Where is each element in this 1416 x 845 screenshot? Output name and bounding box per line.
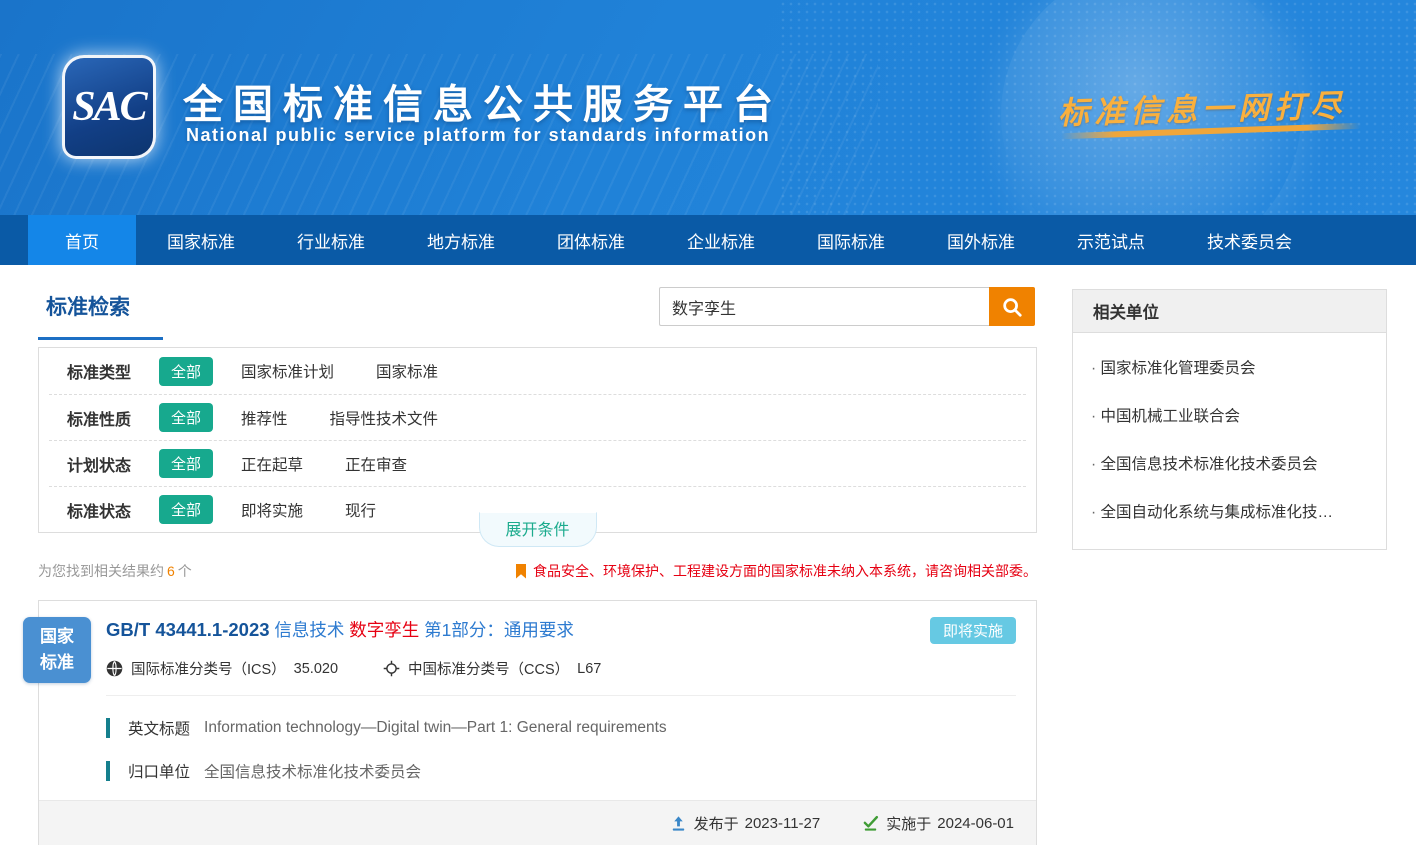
nav-tab-home[interactable]: 首页: [28, 215, 136, 265]
nav-tab-pilot[interactable]: 示范试点: [1046, 215, 1176, 265]
main-column: 标准检索 标准类型 全部 国家标准计划 国家标准 标准性质 全部 推荐性: [38, 285, 1037, 845]
card-body: GB/T 43441.1-2023 信息技术 数字孪生 第1部分：通用要求 即将…: [39, 601, 1036, 800]
related-unit-item[interactable]: 全国自动化系统与集成标准化技…: [1091, 487, 1368, 535]
english-title-value: Information technology—Digital twin—Part…: [204, 719, 667, 737]
search-icon: [1001, 296, 1023, 318]
implement-check-icon: [862, 815, 879, 832]
filter-all-button[interactable]: 全部: [159, 495, 213, 524]
teal-bar: [106, 761, 110, 781]
standard-title-part2: 第1部分：通用要求: [424, 620, 574, 640]
published-date: 2023-11-27: [745, 815, 821, 832]
search-section: 标准检索: [38, 285, 1037, 347]
ccs-value: L67: [577, 661, 601, 677]
publish-upload-icon: [670, 815, 687, 832]
ccs-meta: 中国标准分类号（CCS） L67: [383, 658, 601, 679]
sac-logo-text: SAC: [72, 83, 145, 131]
detail-label: 归口单位: [128, 760, 190, 782]
filter-option[interactable]: 正在起草: [241, 453, 303, 475]
filter-all-button[interactable]: 全部: [159, 449, 213, 478]
teal-bar: [106, 718, 110, 738]
filter-panel: 标准类型 全部 国家标准计划 国家标准 标准性质 全部 推荐性 指导性技术文件 …: [38, 347, 1037, 533]
filter-option[interactable]: 推荐性: [241, 407, 288, 429]
header-banner: SAC 全国标准信息公共服务平台 National public service…: [0, 0, 1416, 215]
related-unit-item[interactable]: 国家标准化管理委员会: [1091, 343, 1368, 391]
filter-label: 标准类型: [67, 359, 159, 383]
result-card: 国家 标准 GB/T 43441.1-2023 信息技术 数字孪生 第1部分：通…: [38, 600, 1037, 845]
related-units-list: 国家标准化管理委员会 中国机械工业联合会 全国信息技术标准化技术委员会 全国自动…: [1073, 333, 1386, 549]
site-title: 全国标准信息公共服务平台: [183, 72, 783, 130]
committee-row: 归口单位 全国信息技术标准化技术委员会: [106, 760, 1016, 782]
national-standard-badge: 国家 标准: [23, 617, 91, 683]
nav-tab-industry-standards[interactable]: 行业标准: [266, 215, 396, 265]
search-input[interactable]: [659, 287, 989, 326]
card-title-row: GB/T 43441.1-2023 信息技术 数字孪生 第1部分：通用要求 即将…: [106, 617, 1016, 644]
related-unit-item[interactable]: 中国机械工业联合会: [1091, 391, 1368, 439]
ccs-label: 中国标准分类号（CCS）: [408, 658, 569, 679]
nav-tab-enterprise-standards[interactable]: 企业标准: [656, 215, 786, 265]
standard-code: GB/T 43441.1-2023: [106, 619, 270, 640]
section-title-standard-search: 标准检索: [38, 285, 163, 340]
related-units-panel: 相关单位 国家标准化管理委员会 中国机械工业联合会 全国信息技术标准化技术委员会…: [1072, 289, 1387, 550]
search-box: [659, 287, 1035, 326]
sac-logo: SAC: [62, 55, 156, 159]
implemented-date: 2024-06-01: [937, 815, 1014, 832]
implemented-date-item: 实施于 2024-06-01: [862, 813, 1014, 834]
filter-row-plan-status: 计划状态 全部 正在起草 正在审查: [49, 440, 1026, 486]
results-info-row: 为您找到相关结果约6个 食品安全、环境保护、工程建设方面的国家标准未纳入本系统，…: [38, 560, 1037, 582]
sidebar: 相关单位 国家标准化管理委员会 中国机械工业联合会 全国信息技术标准化技术委员会…: [1072, 289, 1387, 550]
card-meta-row: 国际标准分类号（ICS） 35.020 中国标准分类号（CCS） L67: [106, 658, 1016, 696]
ics-value: 35.020: [294, 661, 338, 677]
filter-label: 计划状态: [67, 452, 159, 476]
results-notice: 食品安全、环境保护、工程建设方面的国家标准未纳入本系统，请咨询相关部委。: [516, 561, 1037, 581]
filter-option[interactable]: 现行: [345, 499, 376, 521]
nav-tab-foreign-standards[interactable]: 国外标准: [916, 215, 1046, 265]
card-footer: 发布于 2023-11-27 实施于 2024-06-01: [39, 800, 1036, 845]
notice-text: 食品安全、环境保护、工程建设方面的国家标准未纳入本系统，请咨询相关部委。: [533, 561, 1037, 581]
filter-all-button[interactable]: 全部: [159, 403, 213, 432]
filter-all-button[interactable]: 全部: [159, 357, 213, 386]
related-unit-item[interactable]: 全国信息技术标准化技术委员会: [1091, 439, 1368, 487]
published-label: 发布于: [694, 813, 739, 834]
ics-label: 国际标准分类号（ICS）: [131, 658, 286, 679]
committee-value: 全国信息技术标准化技术委员会: [204, 760, 421, 782]
search-button[interactable]: [989, 287, 1035, 326]
bookmark-icon: [516, 564, 526, 579]
main-nav: 首页 国家标准 行业标准 地方标准 团体标准 企业标准 国际标准 国外标准 示范…: [0, 215, 1416, 265]
nav-tab-local-standards[interactable]: 地方标准: [396, 215, 526, 265]
filter-row-standard-nature: 标准性质 全部 推荐性 指导性技术文件: [49, 394, 1026, 440]
expand-conditions-button[interactable]: 展开条件: [478, 512, 596, 547]
filter-option[interactable]: 国家标准计划: [241, 360, 334, 382]
nav-tab-group-standards[interactable]: 团体标准: [526, 215, 656, 265]
implemented-label: 实施于: [886, 813, 931, 834]
related-units-title: 相关单位: [1073, 290, 1386, 333]
filter-label: 标准状态: [67, 498, 159, 522]
results-count: 为您找到相关结果约6个: [38, 561, 192, 581]
compass-icon: [383, 660, 400, 677]
globe-icon: [106, 660, 123, 677]
filter-option[interactable]: 即将实施: [241, 499, 303, 521]
english-title-row: 英文标题 Information technology—Digital twin…: [106, 717, 1016, 739]
filter-row-standard-type: 标准类型 全部 国家标准计划 国家标准: [39, 348, 1036, 394]
standard-title-part1: 信息技术: [274, 620, 344, 640]
nav-tab-technical-committee[interactable]: 技术委员会: [1176, 215, 1323, 265]
site-subtitle: National public service platform for sta…: [186, 125, 770, 146]
nav-tab-national-standards[interactable]: 国家标准: [136, 215, 266, 265]
status-badge: 即将实施: [930, 617, 1016, 644]
filter-option[interactable]: 正在审查: [345, 453, 407, 475]
ics-meta: 国际标准分类号（ICS） 35.020: [106, 658, 338, 679]
detail-label: 英文标题: [128, 717, 190, 739]
filter-option[interactable]: 指导性技术文件: [330, 407, 439, 429]
standard-title-highlight: 数字孪生: [349, 620, 419, 640]
published-date-item: 发布于 2023-11-27: [670, 813, 821, 834]
standard-title-link[interactable]: GB/T 43441.1-2023 信息技术 数字孪生 第1部分：通用要求: [106, 617, 574, 643]
nav-tab-international-standards[interactable]: 国际标准: [786, 215, 916, 265]
filter-option[interactable]: 国家标准: [376, 360, 438, 382]
filter-label: 标准性质: [67, 406, 159, 430]
